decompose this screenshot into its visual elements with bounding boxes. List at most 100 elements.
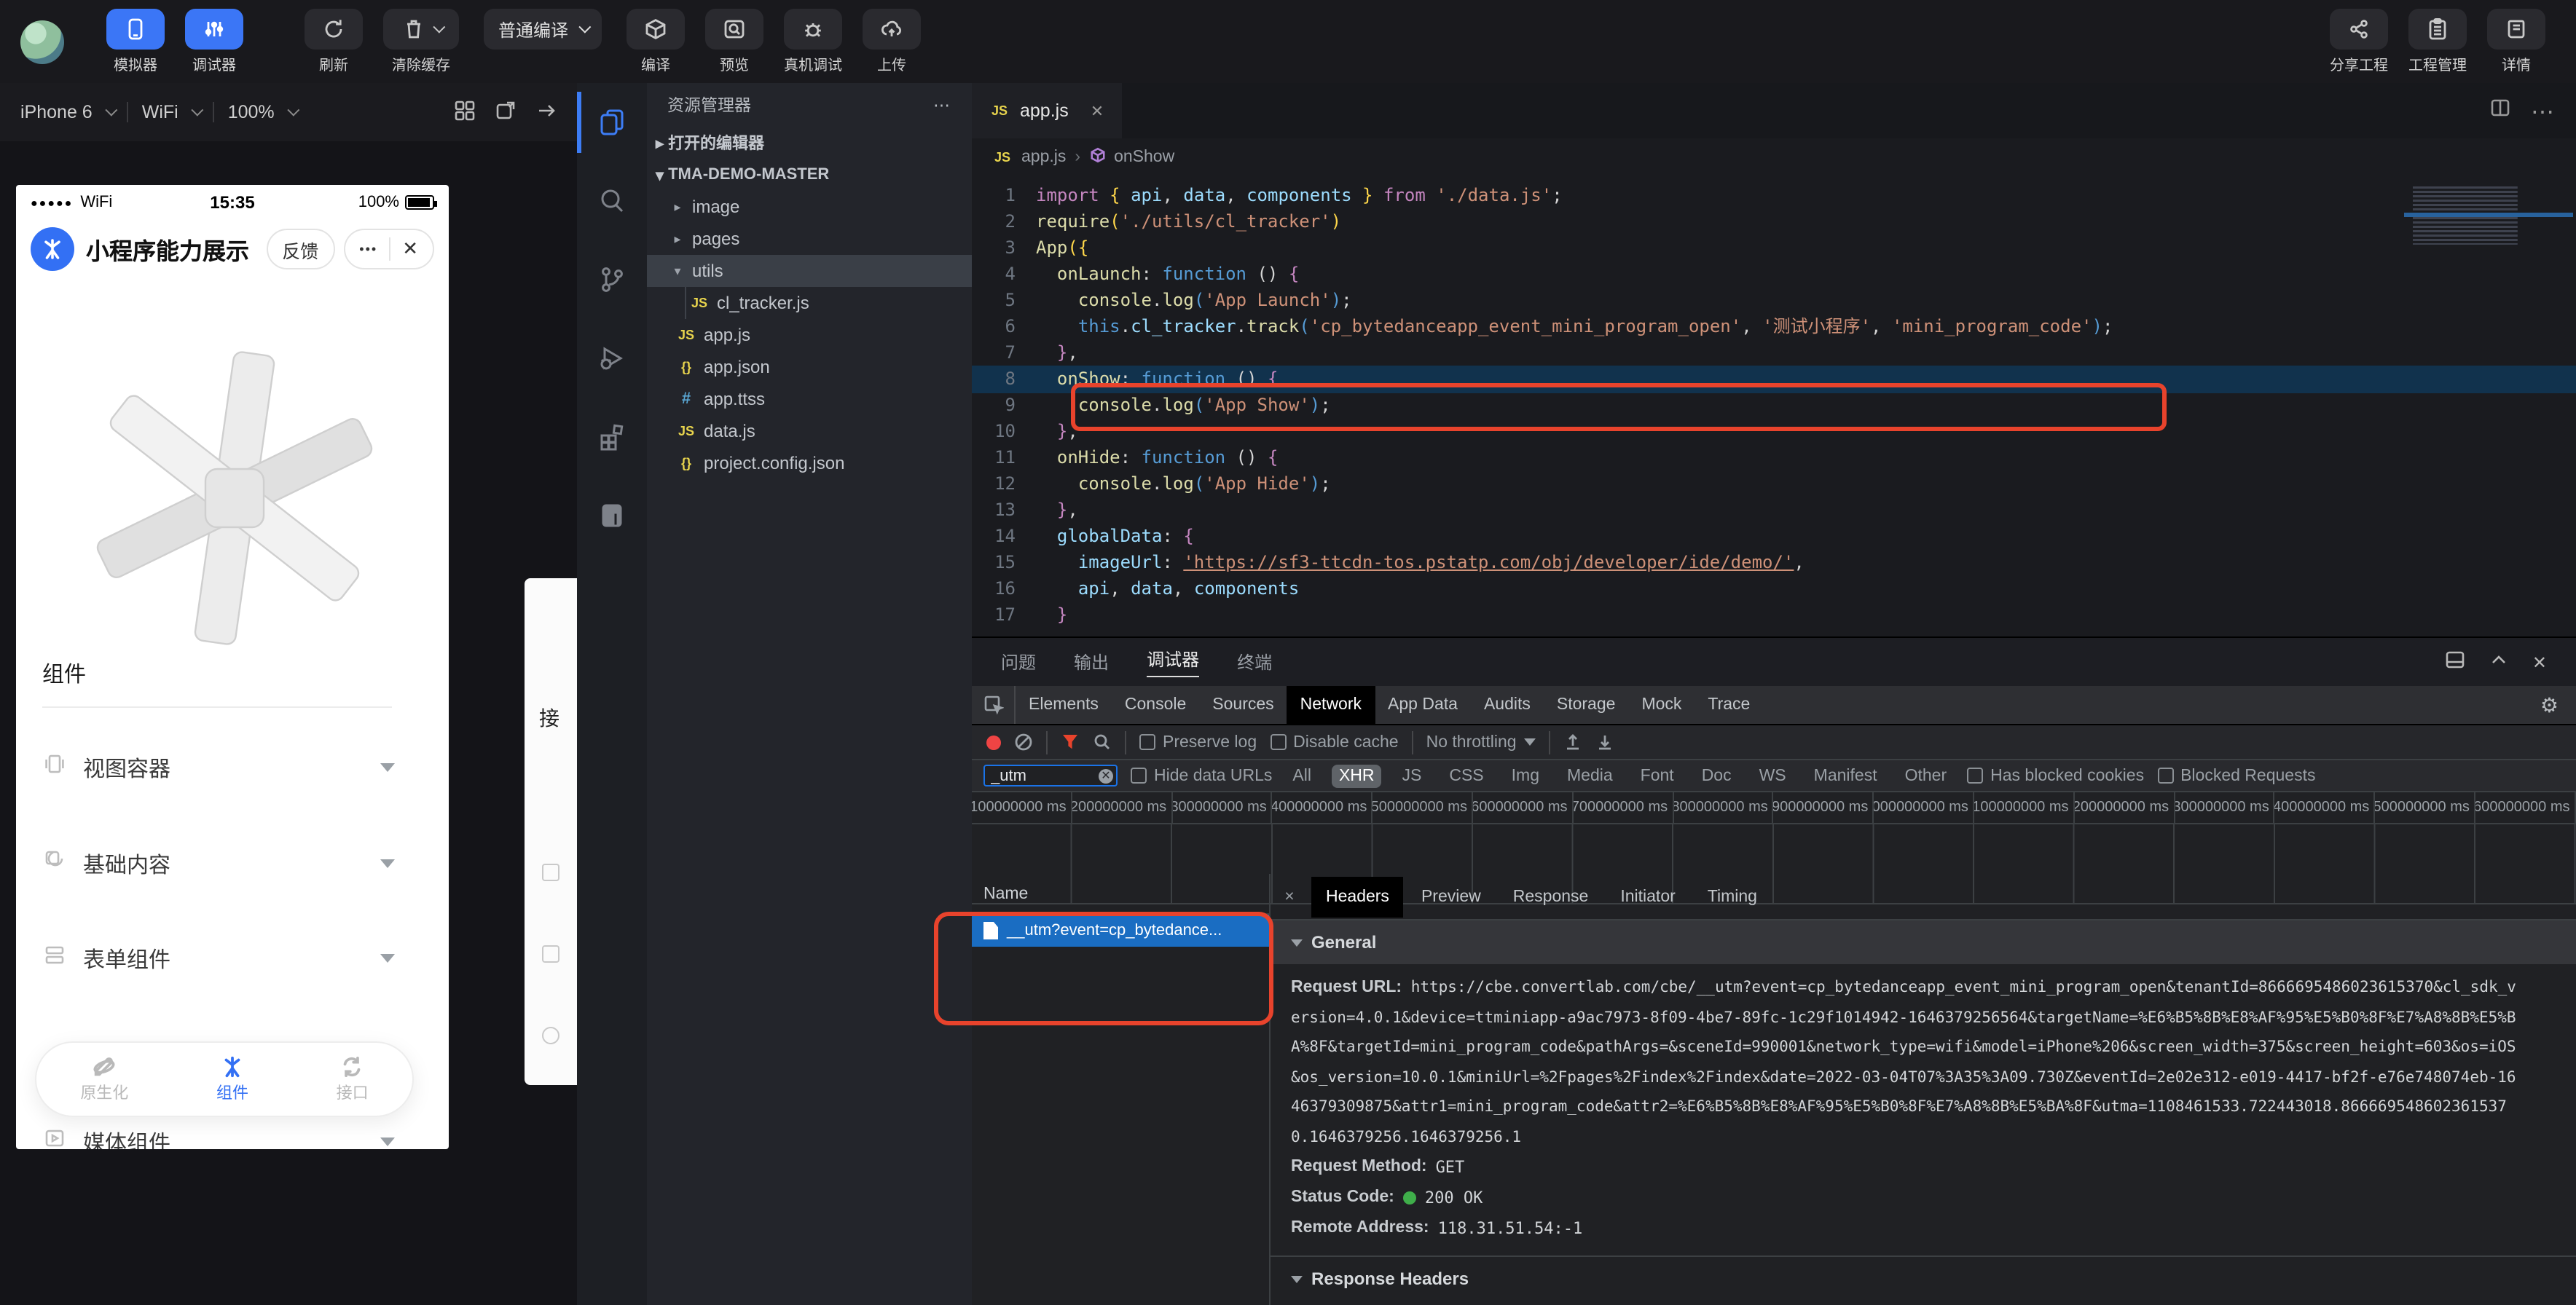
- devtools-tab-storage[interactable]: Storage: [1544, 686, 1629, 724]
- devtools-tab-console[interactable]: Console: [1112, 686, 1199, 724]
- filter-type-xhr[interactable]: XHR: [1332, 764, 1382, 787]
- filter-type-js[interactable]: JS: [1395, 764, 1429, 787]
- panel-layout-icon[interactable]: [2445, 650, 2465, 674]
- hide-data-urls-checkbox[interactable]: Hide data URLs: [1131, 767, 1272, 784]
- tree-file-cl-tracker[interactable]: JS cl_tracker.js: [685, 287, 972, 319]
- preview-button[interactable]: 预览: [705, 9, 763, 74]
- filter-type-ws[interactable]: WS: [1752, 764, 1794, 787]
- compile-button[interactable]: 编译: [627, 9, 685, 74]
- chevron-down-icon[interactable]: [106, 104, 118, 117]
- activity-extensions[interactable]: [577, 398, 647, 476]
- import-har-icon[interactable]: [1563, 733, 1582, 752]
- details-tab-headers[interactable]: Headers: [1311, 876, 1404, 917]
- record-button[interactable]: [986, 735, 1001, 749]
- tree-file-app-json[interactable]: {} app.json: [647, 351, 972, 383]
- details-tab-response[interactable]: Response: [1499, 876, 1603, 917]
- clear-requests-icon[interactable]: [1014, 733, 1033, 752]
- clear-filter-icon[interactable]: ✕: [1099, 768, 1113, 783]
- panel-close-icon[interactable]: ✕: [2532, 652, 2547, 672]
- panel-tab-output[interactable]: 输出: [1074, 650, 1109, 674]
- filter-type-all[interactable]: All: [1285, 764, 1319, 787]
- devtools-tab-network[interactable]: Network: [1287, 686, 1375, 724]
- panel-tab-terminal[interactable]: 终端: [1237, 650, 1272, 674]
- chevron-down-icon[interactable]: [192, 104, 204, 117]
- filter-type-media[interactable]: Media: [1560, 764, 1620, 787]
- more-dots-icon[interactable]: •••: [359, 242, 377, 256]
- upload-button[interactable]: 上传: [863, 9, 921, 74]
- debugger-toggle-button[interactable]: 调试器: [185, 9, 243, 74]
- tab-api[interactable]: 接口: [337, 1054, 369, 1104]
- filter-type-css[interactable]: CSS: [1442, 764, 1491, 787]
- details-tab-timing[interactable]: Timing: [1693, 876, 1772, 917]
- filter-type-doc[interactable]: Doc: [1695, 764, 1739, 787]
- activity-explorer[interactable]: [577, 83, 647, 162]
- panel-tab-problems[interactable]: 问题: [1001, 650, 1036, 674]
- code-editor[interactable]: 1import { api, data, components } from '…: [972, 175, 2576, 636]
- zoom-selector[interactable]: 100%: [228, 102, 275, 122]
- tree-folder-image[interactable]: ▸ image: [647, 191, 972, 223]
- inspect-element-icon[interactable]: [972, 686, 1016, 724]
- device-debug-button[interactable]: 真机调试: [784, 9, 842, 74]
- more-actions-icon[interactable]: ⋯: [933, 95, 951, 115]
- details-tab-initiator[interactable]: Initiator: [1606, 876, 1689, 917]
- open-editors-section[interactable]: ▸打开的编辑器: [647, 127, 972, 159]
- devtools-tab-mock[interactable]: Mock: [1628, 686, 1695, 724]
- panel-tab-debugger[interactable]: 调试器: [1147, 647, 1199, 677]
- group-form-components[interactable]: 表单组件: [42, 941, 395, 976]
- breadcrumb[interactable]: JS app.js › onShow: [972, 138, 2576, 175]
- has-blocked-cookies-checkbox[interactable]: Has blocked cookies: [1967, 767, 2144, 784]
- devtools-tab-sources[interactable]: Sources: [1199, 686, 1287, 724]
- split-editor-icon[interactable]: [2490, 98, 2510, 127]
- activity-plugin[interactable]: [577, 476, 647, 555]
- tree-file-app-ttss[interactable]: # app.ttss: [647, 383, 972, 415]
- tree-file-project-config[interactable]: {} project.config.json: [647, 447, 972, 479]
- project-root-section[interactable]: ▾TMA-DEMO-MASTER: [647, 159, 972, 191]
- clear-cache-button[interactable]: 清除缓存: [383, 9, 459, 74]
- close-tab-icon[interactable]: ✕: [1091, 101, 1104, 120]
- filter-type-manifest[interactable]: Manifest: [1807, 764, 1885, 787]
- general-section-header[interactable]: General: [1271, 920, 2576, 964]
- devtools-settings-gear-icon[interactable]: ⚙: [2523, 686, 2576, 724]
- scale-window-icon[interactable]: [495, 100, 516, 125]
- throttling-dropdown[interactable]: No throttling: [1426, 733, 1536, 751]
- feedback-button[interactable]: 反馈: [266, 229, 334, 269]
- details-button[interactable]: 详情: [2487, 9, 2545, 74]
- search-requests-icon[interactable]: [1093, 733, 1112, 752]
- minimap[interactable]: [2404, 181, 2573, 245]
- chevron-down-icon[interactable]: [288, 104, 300, 117]
- blocked-requests-checkbox[interactable]: Blocked Requests: [2157, 767, 2315, 784]
- preserve-log-checkbox[interactable]: Preserve log: [1139, 733, 1257, 751]
- project-manage-button[interactable]: 工程管理: [2408, 9, 2467, 74]
- tree-folder-pages[interactable]: ▸ pages: [647, 223, 972, 255]
- filter-type-font[interactable]: Font: [1633, 764, 1681, 787]
- tree-folder-utils[interactable]: ▾ utils: [647, 255, 972, 287]
- detach-arrow-icon[interactable]: [536, 100, 557, 125]
- tab-native[interactable]: 原生化: [80, 1054, 128, 1104]
- filter-type-img[interactable]: Img: [1504, 764, 1547, 787]
- close-icon[interactable]: ✕: [402, 237, 418, 261]
- devtools-tab-trace[interactable]: Trace: [1695, 686, 1763, 724]
- more-close-capsule[interactable]: ••• ✕: [343, 229, 434, 269]
- activity-debug[interactable]: [577, 319, 647, 398]
- group-media-components[interactable]: 媒体组件: [42, 1124, 395, 1149]
- tab-app-js[interactable]: JS app.js ✕: [972, 83, 1121, 138]
- name-column-header[interactable]: Name: [972, 874, 1269, 915]
- group-basic-content[interactable]: 基础内容: [42, 846, 395, 881]
- response-headers-section-header[interactable]: Response Headers: [1271, 1257, 2576, 1301]
- tree-file-app-js[interactable]: JS app.js: [647, 319, 972, 351]
- tab-component[interactable]: 组件: [216, 1054, 248, 1104]
- user-avatar[interactable]: [20, 20, 64, 63]
- export-har-icon[interactable]: [1595, 733, 1614, 752]
- filter-funnel-icon[interactable]: [1061, 733, 1080, 752]
- panel-maximize-icon[interactable]: [2489, 650, 2509, 674]
- grid-view-icon[interactable]: [455, 100, 475, 125]
- editor-more-actions-icon[interactable]: ⋯: [2531, 98, 2556, 127]
- filter-type-other[interactable]: Other: [1898, 764, 1955, 787]
- devtools-tab-elements[interactable]: Elements: [1016, 686, 1112, 724]
- activity-search[interactable]: [577, 162, 647, 240]
- group-view-container[interactable]: 视图容器: [42, 750, 395, 785]
- simulator-toggle-button[interactable]: 模拟器: [106, 9, 165, 74]
- devtools-tab-appdata[interactable]: App Data: [1375, 686, 1471, 724]
- details-tab-preview[interactable]: Preview: [1407, 876, 1496, 917]
- devtools-tab-audits[interactable]: Audits: [1471, 686, 1544, 724]
